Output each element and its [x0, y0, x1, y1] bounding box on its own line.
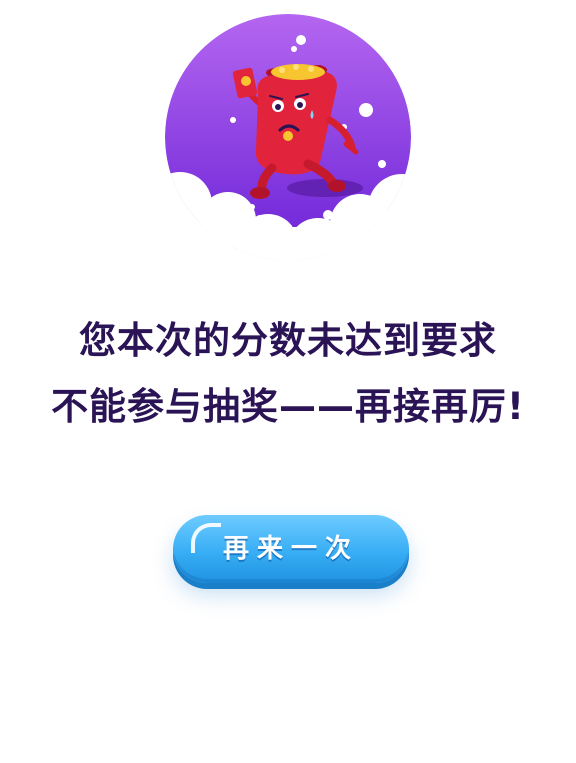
retry-button[interactable]: 再来一次	[173, 515, 409, 583]
sad-red-envelope-illustration	[165, 14, 411, 260]
result-page: 您本次的分数未达到要求 不能参与抽奖——再接再厉! 再来一次	[0, 0, 576, 763]
retry-button-label: 再来一次	[222, 534, 359, 564]
result-message-line1: 您本次的分数未达到要求	[79, 319, 497, 362]
result-message-line2: 不能参与抽奖——再接再厉!	[51, 385, 525, 428]
